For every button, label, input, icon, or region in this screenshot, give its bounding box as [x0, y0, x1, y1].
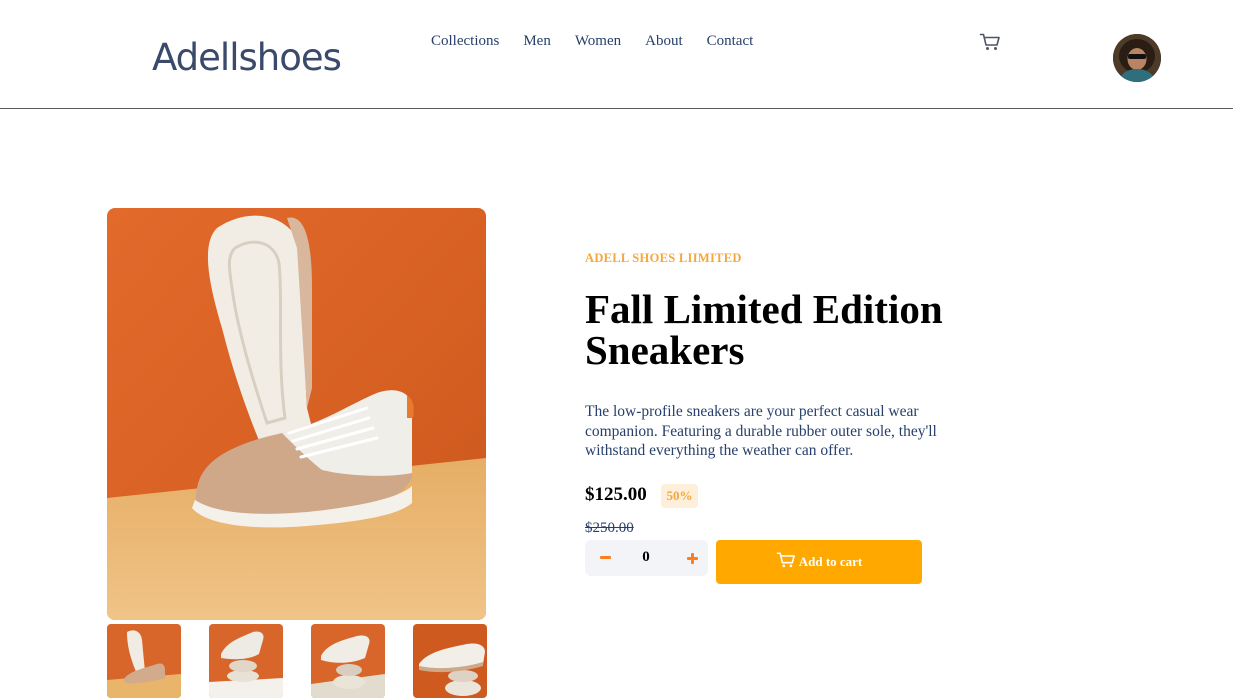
cart-icon: [776, 552, 795, 568]
sneaker-photo: [107, 208, 486, 620]
thumbnail-1[interactable]: [107, 624, 181, 698]
user-avatar[interactable]: [1113, 34, 1161, 82]
nav-link-women[interactable]: Women: [575, 33, 621, 50]
product-main-image[interactable]: [107, 208, 486, 620]
nav-link-about[interactable]: About: [645, 33, 683, 50]
main-nav: Collections Men Women About Contact: [431, 33, 777, 50]
product-description: The low-profile sneakers are your perfec…: [585, 403, 937, 459]
add-to-cart-label: Add to cart: [798, 554, 863, 569]
thumbnail-3[interactable]: [311, 624, 385, 698]
nav-link-men[interactable]: Men: [523, 33, 551, 50]
minus-icon: [599, 556, 611, 559]
quantity-increase-button[interactable]: [680, 546, 704, 570]
quantity-decrease-button[interactable]: [593, 546, 617, 570]
plus-icon: [686, 552, 698, 564]
thumbnail-2[interactable]: [209, 624, 283, 698]
company-name: ADELL SHOES LIIMITED: [585, 251, 742, 265]
nav-link-contact[interactable]: Contact: [707, 33, 754, 50]
add-to-cart-button[interactable]: Add to cart: [716, 540, 922, 584]
site-header: Adellshoes Collections Men Women About C…: [0, 0, 1233, 109]
site-logo[interactable]: Adellshoes: [152, 36, 342, 79]
thumbnail-4[interactable]: [413, 624, 487, 698]
quantity-stepper: 0: [585, 540, 708, 576]
cart-button[interactable]: [979, 32, 1001, 52]
cart-icon: [979, 33, 1000, 50]
discount-badge: 50%: [661, 484, 698, 508]
nav-link-collections[interactable]: Collections: [431, 33, 499, 50]
original-price: $250.00: [585, 520, 634, 536]
quantity-value[interactable]: 0: [634, 549, 658, 566]
current-price: $125.00: [585, 484, 647, 505]
product-title: Fall Limited Edition Sneakers: [585, 286, 943, 373]
